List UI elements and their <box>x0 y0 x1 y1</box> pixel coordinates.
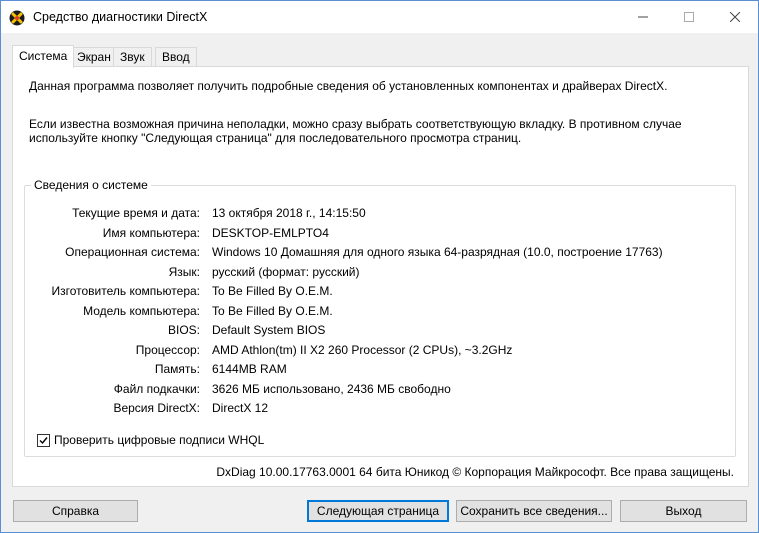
info-label: Язык: <box>168 264 200 279</box>
info-value: 13 октября 2018 г., 14:15:50 <box>212 206 366 220</box>
info-value: To Be Filled By O.E.M. <box>212 303 333 318</box>
next-page-button[interactable]: Следующая страница <box>307 500 449 522</box>
info-value: DESKTOP-EMLPTO4 <box>212 225 329 240</box>
info-label: BIOS: <box>167 323 200 337</box>
info-label: Версия DirectX: <box>113 401 200 415</box>
info-value: Windows 10 Домашняя для одного языка 64-… <box>212 245 663 259</box>
info-row-model: Модель компьютера: To Be Filled By O.E.M… <box>25 304 725 320</box>
copyright-footer: DxDiag 10.00.17763.0001 64 бита Юникод ©… <box>216 465 734 479</box>
info-value: 3626 МБ использовано, 2436 МБ свободно <box>212 381 451 396</box>
minimize-icon <box>638 16 648 18</box>
whql-checkbox-label[interactable]: Проверить цифровые подписи WHQL <box>54 433 264 447</box>
info-value: AMD Athlon(tm) II X2 260 Processor (2 CP… <box>212 342 513 357</box>
info-row-os: Операционная система: Windows 10 Домашня… <box>25 245 725 261</box>
info-row-pagefile: Файл подкачки: 3626 МБ использовано, 243… <box>25 382 725 398</box>
info-value: Default System BIOS <box>212 323 326 337</box>
tab-system[interactable]: Система <box>12 45 75 68</box>
whql-checkbox-control[interactable]: Проверить цифровые подписи WHQL <box>37 433 264 447</box>
info-row-manufacturer: Изготовитель компьютера: To Be Filled By… <box>25 284 725 300</box>
info-label: Процессор: <box>135 342 200 357</box>
info-row-language: Язык: русский (формат: русский) <box>25 265 725 281</box>
dxdiag-window: Средство диагностики DirectX Система Экр… <box>0 0 759 533</box>
info-row-processor: Процессор: AMD Athlon(tm) II X2 260 Proc… <box>25 343 725 359</box>
exit-button[interactable]: Выход <box>620 500 747 522</box>
tab-display[interactable]: Экран <box>70 47 118 67</box>
close-button[interactable] <box>712 1 758 33</box>
minimize-button[interactable] <box>620 1 666 33</box>
tab-sound[interactable]: Звук <box>113 47 152 67</box>
info-row-datetime: Текущие время и дата: 13 октября 2018 г.… <box>25 206 725 222</box>
intro-text: Данная программа позволяет получить подр… <box>29 79 668 93</box>
info-label: Операционная система: <box>65 245 200 259</box>
info-row-directx-version: Версия DirectX: DirectX 12 <box>25 401 725 417</box>
info-label: Имя компьютера: <box>102 225 200 240</box>
window-title: Средство диагностики DirectX <box>33 10 208 24</box>
save-all-button[interactable]: Сохранить все сведения... <box>456 500 612 522</box>
info-label: Память: <box>154 362 200 376</box>
system-info-group: Сведения о системе Текущие время и дата:… <box>24 178 736 457</box>
maximize-button[interactable] <box>666 1 712 33</box>
info-row-memory: Память: 6144MB RAM <box>25 362 725 378</box>
info-row-computer-name: Имя компьютера: DESKTOP-EMLPTO4 <box>25 226 725 242</box>
info-label: Изготовитель компьютера: <box>51 284 201 298</box>
check-icon <box>39 436 48 444</box>
intro-hint-text: Если известна возможная причина неполадк… <box>29 117 682 145</box>
directx-icon <box>9 10 25 26</box>
info-value: To Be Filled By O.E.M. <box>212 284 333 298</box>
info-value: русский (формат: русский) <box>212 264 360 279</box>
info-label: Файл подкачки: <box>113 381 200 396</box>
info-value: 6144MB RAM <box>212 362 287 376</box>
help-button[interactable]: Справка <box>13 500 138 522</box>
system-tab-panel: Данная программа позволяет получить подр… <box>12 66 749 487</box>
whql-checkbox[interactable] <box>37 433 50 447</box>
group-title: Сведения о системе <box>31 178 151 192</box>
title-bar[interactable]: Средство диагностики DirectX <box>1 1 758 33</box>
close-icon <box>730 12 740 22</box>
info-value: DirectX 12 <box>212 401 269 415</box>
maximize-icon <box>684 12 694 22</box>
tab-input[interactable]: Ввод <box>155 47 197 67</box>
info-row-bios: BIOS: Default System BIOS <box>25 323 725 339</box>
info-label: Текущие время и дата: <box>72 206 200 220</box>
info-label: Модель компьютера: <box>83 303 200 318</box>
